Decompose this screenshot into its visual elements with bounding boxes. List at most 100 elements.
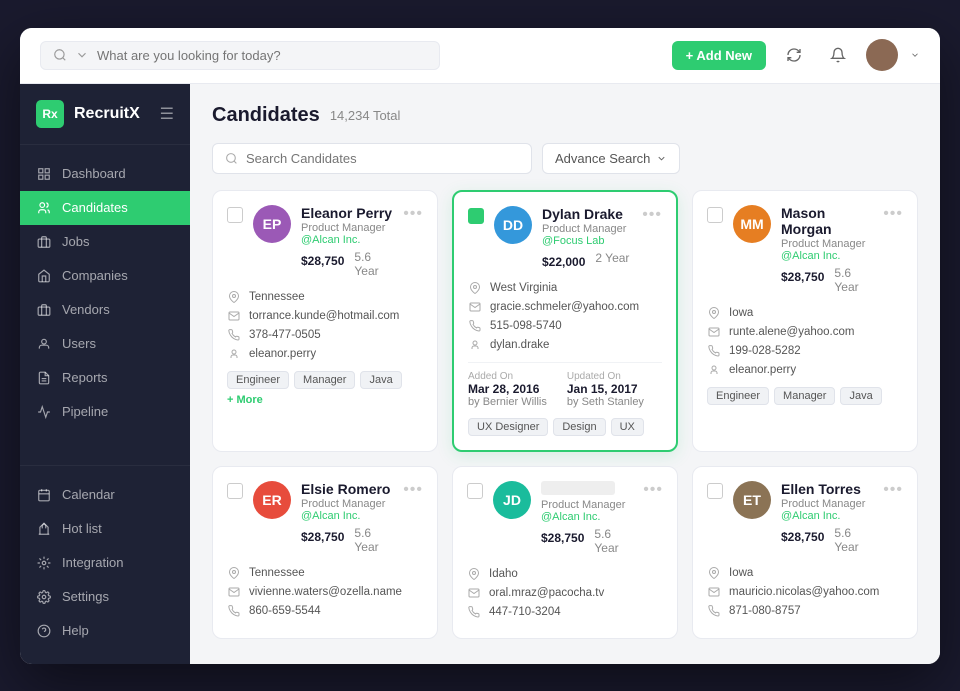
candidate-checkbox-4[interactable]	[227, 483, 243, 499]
sidebar-item-settings[interactable]: Settings	[20, 580, 190, 614]
candidate-checkbox-5[interactable]	[467, 483, 483, 499]
candidate-checkbox-6[interactable]	[707, 483, 723, 499]
candidate-company-2: Product Manager @Focus Lab	[542, 223, 632, 247]
sidebar-item-integration[interactable]: Integration	[20, 546, 190, 580]
sidebar-bottom: Calendar Hot list Integration	[20, 465, 190, 664]
sidebar: Rx RecruitX ☰ Dashboard Candidates	[20, 84, 190, 664]
candidate-name-3: Mason Morgan	[781, 205, 873, 237]
candidate-details-1: Tennessee torrance.kunde@hotmail.com	[227, 290, 423, 361]
candidate-exp-6: 5.6 Year	[834, 526, 873, 554]
candidate-exp-1: 5.6 Year	[354, 250, 393, 278]
sidebar-item-vendors[interactable]: Vendors	[20, 293, 190, 327]
candidate-avatar-2: DD	[494, 206, 532, 244]
email-icon	[227, 309, 241, 323]
sidebar-item-label: Calendar	[62, 487, 115, 502]
candidate-checkbox-2[interactable]	[468, 208, 484, 224]
candidate-card-6[interactable]: ET Ellen Torres Product Manager @Alcan I…	[692, 466, 918, 639]
phone-3: 199-028-5282	[729, 345, 801, 357]
sidebar-item-jobs[interactable]: Jobs	[20, 225, 190, 259]
app-header: + Add New	[20, 28, 940, 84]
sidebar-item-hotlist[interactable]: Hot list	[20, 512, 190, 546]
added-on-label: Added On	[468, 371, 547, 382]
candidate-card-3[interactable]: MM Mason Morgan Product Manager @Alcan I…	[692, 190, 918, 452]
candidate-menu-5[interactable]: •••	[643, 481, 663, 499]
sidebar-item-label: Candidates	[62, 200, 128, 215]
candidate-name-1: Eleanor Perry	[301, 205, 393, 221]
candidate-checkbox-3[interactable]	[707, 207, 723, 223]
phone-1: 378-477-0505	[249, 329, 321, 341]
global-search[interactable]	[40, 41, 440, 70]
sidebar-item-candidates[interactable]: Candidates	[20, 191, 190, 225]
chevron-down-icon	[75, 48, 89, 62]
sidebar-item-label: Dashboard	[62, 166, 126, 181]
candidate-info-1: Eleanor Perry Product Manager @Alcan Inc…	[301, 205, 393, 278]
candidate-salary-3: $28,750	[781, 270, 824, 294]
sidebar-item-dashboard[interactable]: Dashboard	[20, 157, 190, 191]
sidebar-item-label: Hot list	[62, 521, 102, 536]
location-icon	[227, 566, 241, 580]
sidebar-item-reports[interactable]: Reports	[20, 361, 190, 395]
search-icon	[53, 48, 67, 62]
candidate-avatar-5: JD	[493, 481, 531, 519]
candidate-details-4: Tennessee vivienne.waters@ozella.name	[227, 566, 423, 618]
candidate-menu-6[interactable]: •••	[883, 481, 903, 499]
candidates-search[interactable]	[212, 143, 532, 174]
sidebar-item-label: Settings	[62, 589, 109, 604]
global-search-input[interactable]	[97, 48, 427, 63]
phone-icon	[468, 319, 482, 333]
candidate-menu-3[interactable]: •••	[883, 205, 903, 223]
advance-search-button[interactable]: Advance Search	[542, 143, 680, 174]
candidate-checkbox-1[interactable]	[227, 207, 243, 223]
candidate-exp-4: 5.6 Year	[354, 526, 393, 554]
candidate-name-6: Ellen Torres	[781, 481, 873, 497]
phone-2: 515-098-5740	[490, 320, 562, 332]
phone-6: 871-080-8757	[729, 605, 801, 617]
candidate-card-1[interactable]: EP Eleanor Perry Product Manager @Alcan …	[212, 190, 438, 452]
candidate-menu-4[interactable]: •••	[403, 481, 423, 499]
candidate-name-2: Dylan Drake	[542, 206, 632, 222]
sidebar-item-companies[interactable]: Companies	[20, 259, 190, 293]
companies-icon	[36, 268, 52, 284]
reports-icon	[36, 370, 52, 386]
candidate-company-6: Product Manager @Alcan Inc.	[781, 498, 873, 522]
phone-4: 860-659-5544	[249, 605, 321, 617]
advance-search-label: Advance Search	[555, 151, 650, 166]
header-actions: + Add New	[672, 39, 920, 71]
candidate-salary-2: $22,000	[542, 255, 585, 269]
candidate-card-5[interactable]: JD Product Manager @Alcan Inc. $28,750 5…	[452, 466, 678, 639]
sidebar-toggle[interactable]: ☰	[160, 104, 174, 124]
username-3: eleanor.perry	[729, 364, 796, 376]
candidate-tags-2: UX Designer Design UX	[468, 418, 662, 436]
candidate-name-5	[541, 481, 615, 495]
candidate-tags-1: Engineer Manager Java + More	[227, 371, 423, 406]
app-name: RecruitX	[74, 105, 140, 123]
candidate-salary-4: $28,750	[301, 530, 344, 554]
candidates-search-input[interactable]	[246, 151, 519, 166]
sidebar-item-pipeline[interactable]: Pipeline	[20, 395, 190, 429]
page-title: Candidates	[212, 104, 320, 127]
sidebar-item-help[interactable]: Help	[20, 614, 190, 648]
candidate-menu-1[interactable]: •••	[403, 205, 423, 223]
main-content: Candidates 14,234 Total Advance Search	[190, 84, 940, 664]
add-new-button[interactable]: + Add New	[672, 41, 766, 70]
notifications-button[interactable]	[822, 39, 854, 71]
sidebar-item-users[interactable]: Users	[20, 327, 190, 361]
candidate-salary-5: $28,750	[541, 531, 584, 555]
candidate-card-2[interactable]: DD Dylan Drake Product Manager @Focus La…	[452, 190, 678, 452]
tag: Java	[840, 387, 881, 405]
calendar-icon	[36, 487, 52, 503]
sidebar-item-calendar[interactable]: Calendar	[20, 478, 190, 512]
sidebar-item-label: Vendors	[62, 302, 110, 317]
candidate-exp-3: 5.6 Year	[834, 266, 873, 294]
candidate-info-5: Product Manager @Alcan Inc. $28,750 5.6 …	[541, 481, 633, 555]
added-updated-2: Added On Mar 28, 2016 by Bernier Willis …	[468, 362, 662, 408]
user-avatar[interactable]	[866, 39, 898, 71]
vendors-icon	[36, 302, 52, 318]
candidate-avatar-1: EP	[253, 205, 291, 243]
location-icon	[467, 567, 481, 581]
candidate-menu-2[interactable]: •••	[642, 206, 662, 224]
updated-date: Jan 15, 2017	[567, 382, 644, 396]
tag-more[interactable]: + More	[227, 394, 263, 406]
candidate-card-4[interactable]: ER Elsie Romero Product Manager @Alcan I…	[212, 466, 438, 639]
refresh-button[interactable]	[778, 39, 810, 71]
